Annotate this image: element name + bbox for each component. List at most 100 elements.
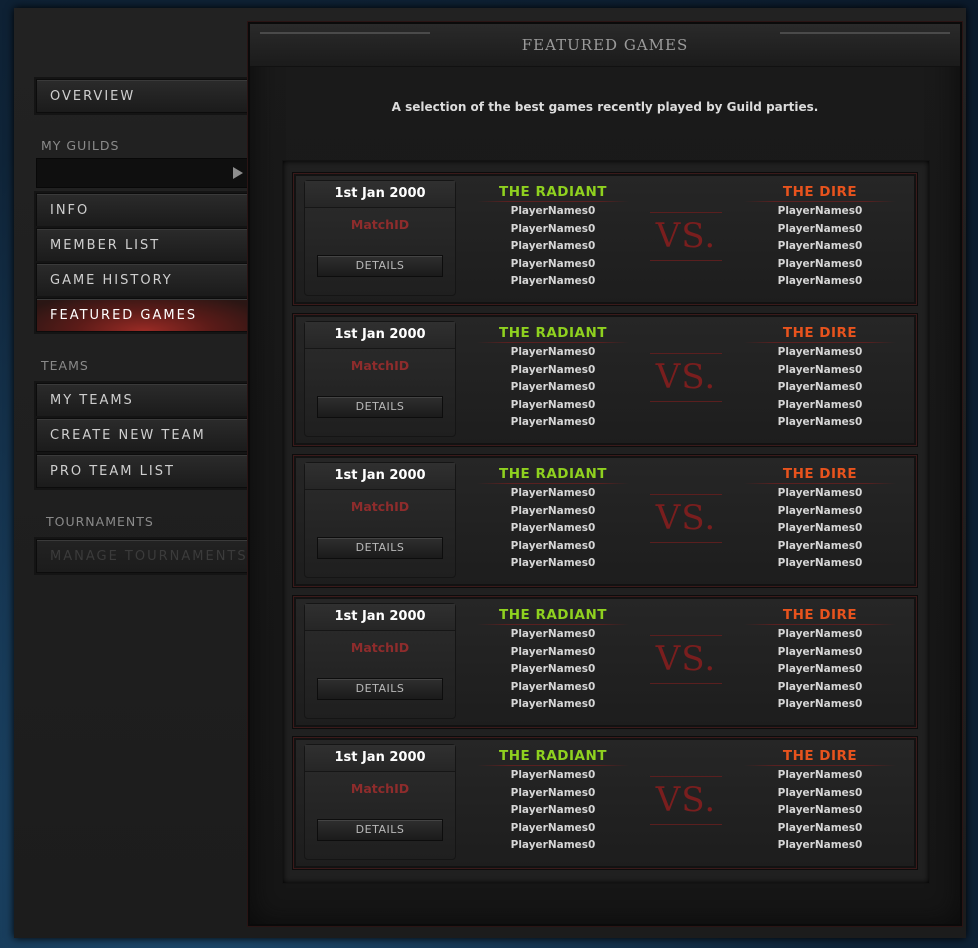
dire-player-list: PlayerNames0 PlayerNames0 PlayerNames0 Play…	[744, 344, 896, 432]
radiant-divider	[477, 201, 629, 202]
nav-manage-tournaments: MANAGE TOURNAMENTS	[36, 539, 252, 573]
player-name: PlayerNames0	[510, 628, 596, 640]
header-ornament-left	[260, 32, 430, 34]
header-ornament-right	[780, 32, 950, 34]
vs-line-top	[650, 353, 722, 354]
player-name: PlayerNames0	[510, 240, 596, 252]
player-name: PlayerNames0	[777, 416, 863, 428]
player-name: PlayerNames0	[777, 363, 863, 376]
page-title: FEATURED GAMES	[521, 36, 689, 54]
featured-game-card: 1st Jan 2000 MatchID DETAILS THE RADIANT…	[293, 737, 917, 869]
player-name: PlayerNames0	[510, 257, 596, 270]
nav-member-list[interactable]: MEMBER LIST	[36, 228, 252, 262]
player-name: PlayerNames0	[510, 839, 596, 851]
player-name: PlayerNames0	[510, 363, 596, 376]
player-name: PlayerNames0	[510, 205, 596, 217]
vs-line-top	[650, 494, 722, 495]
radiant-player-list: PlayerNames0 PlayerNames0 PlayerNames0 Play…	[477, 344, 629, 432]
guild-select-dropdown[interactable]	[36, 158, 252, 188]
player-name: PlayerNames0	[777, 487, 863, 499]
vs-label: VS.	[655, 216, 717, 256]
player-name: PlayerNames0	[777, 645, 863, 658]
player-name: PlayerNames0	[510, 769, 596, 781]
vs-label: VS.	[655, 498, 717, 538]
featured-games-list: 1st Jan 2000 MatchID DETAILS THE RADIANT…	[282, 160, 930, 884]
radiant-player-list: PlayerNames0 PlayerNames0 PlayerNames0 Play…	[477, 485, 629, 573]
player-name: PlayerNames0	[777, 257, 863, 270]
player-name: PlayerNames0	[777, 275, 863, 287]
radiant-player-list: PlayerNames0 PlayerNames0 PlayerNames0 Play…	[477, 626, 629, 714]
player-name: PlayerNames0	[510, 786, 596, 799]
vs-line-bottom	[650, 542, 722, 543]
player-name: PlayerNames0	[510, 381, 596, 393]
vs-line-bottom	[650, 683, 722, 684]
player-name: PlayerNames0	[510, 222, 596, 235]
dire-label: THE DIRE	[782, 325, 858, 341]
match-info: 1st Jan 2000 MatchID DETAILS	[304, 603, 456, 719]
player-name: PlayerNames0	[777, 557, 863, 569]
my-guilds-heading: MY GUILDS	[41, 138, 120, 153]
match-id: MatchID	[350, 640, 410, 655]
player-name: PlayerNames0	[777, 821, 863, 834]
nav-info[interactable]: INFO	[36, 193, 252, 227]
match-date: 1st Jan 2000	[305, 181, 455, 208]
vs-line-top	[650, 635, 722, 636]
page-subtitle: A selection of the best games recently p…	[391, 100, 819, 114]
vs-label: VS.	[655, 357, 717, 397]
radiant-label: THE RADIANT	[499, 325, 607, 341]
details-button[interactable]: DETAILS	[317, 396, 443, 418]
details-button[interactable]: DETAILS	[317, 537, 443, 559]
radiant-divider	[477, 765, 629, 766]
match-info: 1st Jan 2000 MatchID DETAILS	[304, 180, 456, 296]
radiant-label: THE RADIANT	[499, 466, 607, 482]
vs-line-bottom	[650, 824, 722, 825]
player-name: PlayerNames0	[777, 205, 863, 217]
dire-divider	[744, 342, 896, 343]
match-date: 1st Jan 2000	[305, 745, 455, 772]
radiant-player-list: PlayerNames0 PlayerNames0 PlayerNames0 Play…	[477, 203, 629, 291]
player-name: PlayerNames0	[777, 222, 863, 235]
dire-player-list: PlayerNames0 PlayerNames0 PlayerNames0 Play…	[744, 203, 896, 291]
featured-game-card: 1st Jan 2000 MatchID DETAILS THE RADIANT…	[293, 596, 917, 728]
player-name: PlayerNames0	[510, 557, 596, 569]
player-name: PlayerNames0	[777, 522, 863, 534]
dire-divider	[744, 201, 896, 202]
dire-player-list: PlayerNames0 PlayerNames0 PlayerNames0 Play…	[744, 626, 896, 714]
match-date: 1st Jan 2000	[305, 604, 455, 631]
nav-pro-team-list[interactable]: PRO TEAM LIST	[36, 454, 252, 488]
match-date: 1st Jan 2000	[305, 322, 455, 349]
details-button[interactable]: DETAILS	[317, 678, 443, 700]
player-name: PlayerNames0	[777, 698, 863, 710]
radiant-divider	[477, 624, 629, 625]
nav-featured-games[interactable]: FEATURED GAMES	[36, 298, 252, 332]
radiant-player-list: PlayerNames0 PlayerNames0 PlayerNames0 Play…	[477, 767, 629, 855]
featured-game-card: 1st Jan 2000 MatchID DETAILS THE RADIANT…	[293, 314, 917, 446]
dire-label: THE DIRE	[782, 466, 858, 482]
player-name: PlayerNames0	[510, 645, 596, 658]
vs-line-bottom	[650, 260, 722, 261]
dire-label: THE DIRE	[782, 184, 858, 200]
radiant-divider	[477, 483, 629, 484]
details-button[interactable]: DETAILS	[317, 255, 443, 277]
match-id: MatchID	[350, 217, 410, 232]
dire-label: THE DIRE	[782, 748, 858, 764]
match-id: MatchID	[350, 499, 410, 514]
player-name: PlayerNames0	[510, 416, 596, 428]
player-name: PlayerNames0	[510, 698, 596, 710]
radiant-label: THE RADIANT	[499, 184, 607, 200]
nav-overview[interactable]: OVERVIEW	[36, 79, 252, 113]
nav-create-new-team[interactable]: CREATE NEW TEAM	[36, 418, 252, 452]
nav-my-teams[interactable]: MY TEAMS	[36, 383, 252, 417]
match-info: 1st Jan 2000 MatchID DETAILS	[304, 462, 456, 578]
nav-game-history[interactable]: GAME HISTORY	[36, 263, 252, 297]
details-button[interactable]: DETAILS	[317, 819, 443, 841]
dire-divider	[744, 624, 896, 625]
vs-line-top	[650, 212, 722, 213]
player-name: PlayerNames0	[777, 398, 863, 411]
player-name: PlayerNames0	[510, 539, 596, 552]
player-name: PlayerNames0	[510, 680, 596, 693]
player-name: PlayerNames0	[510, 504, 596, 517]
featured-game-card: 1st Jan 2000 MatchID DETAILS THE RADIANT…	[293, 455, 917, 587]
match-info: 1st Jan 2000 MatchID DETAILS	[304, 321, 456, 437]
tournaments-heading: TOURNAMENTS	[46, 514, 154, 529]
